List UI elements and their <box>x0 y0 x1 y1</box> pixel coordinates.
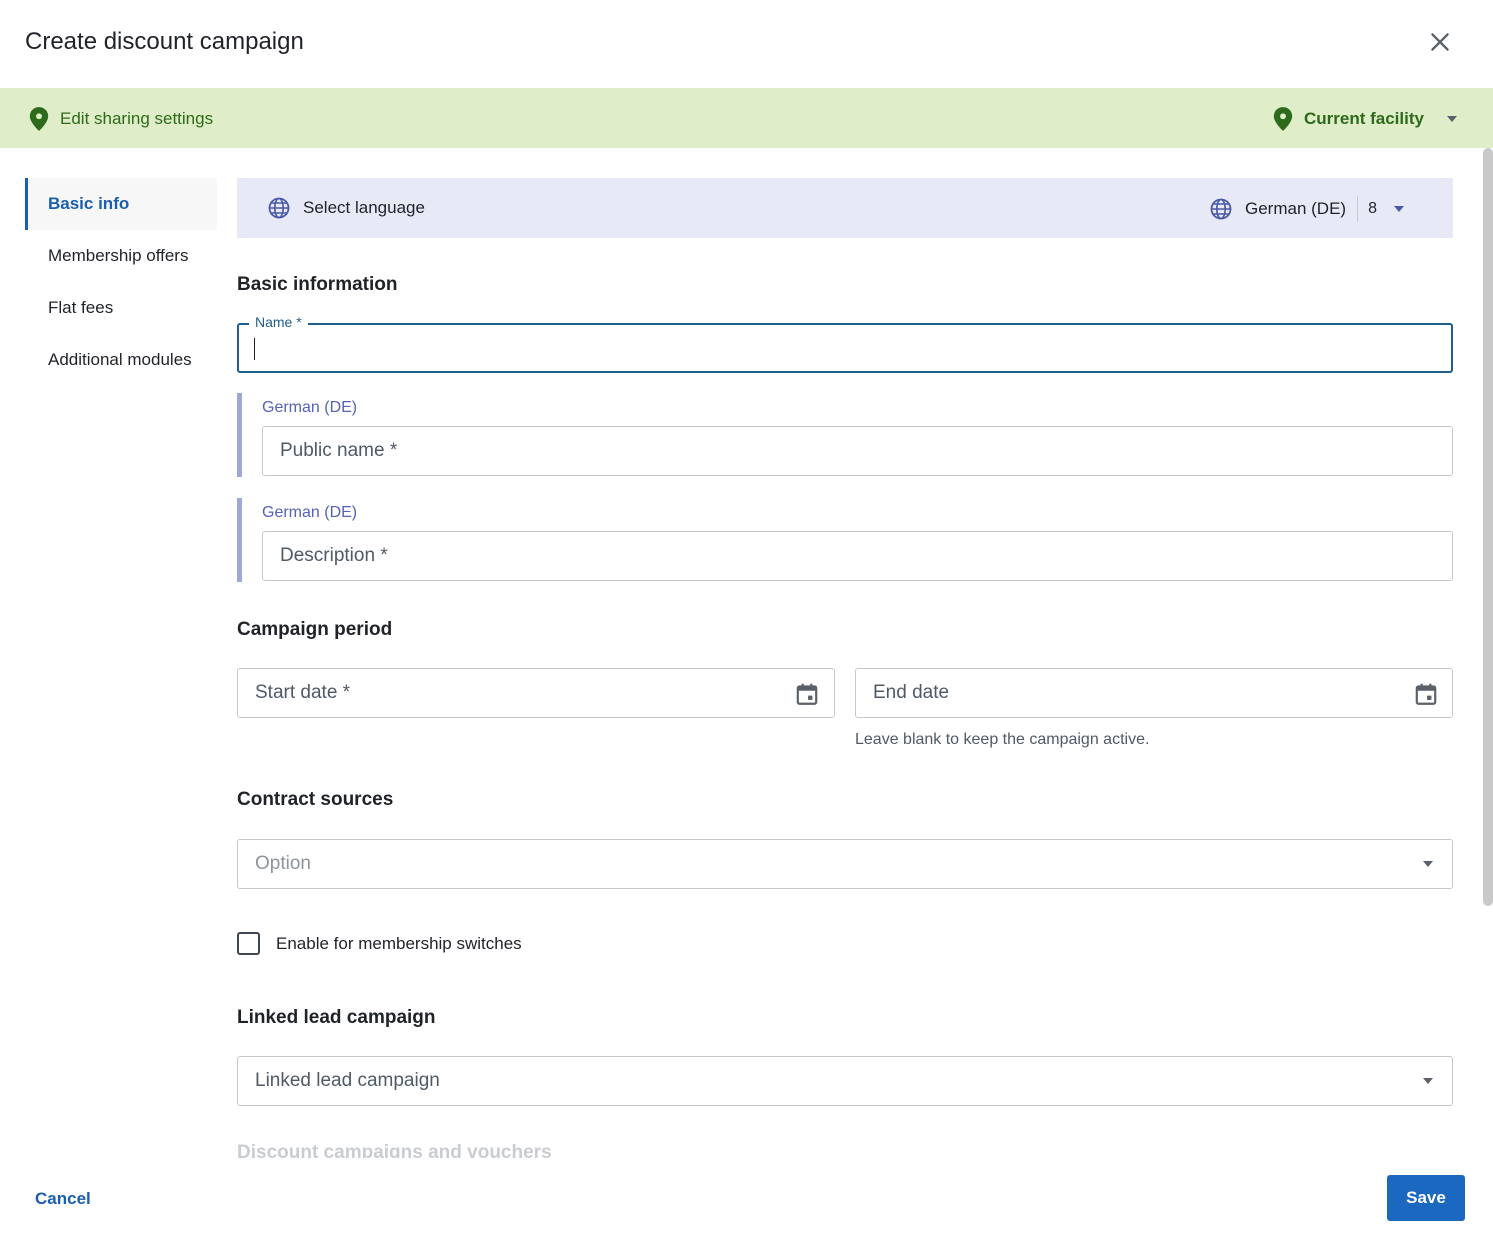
public-name-placeholder: Public name * <box>280 440 398 461</box>
caret-down-icon <box>1423 861 1433 867</box>
language-count-badge: 8 <box>1368 200 1377 217</box>
start-date-placeholder: Start date * <box>255 682 351 703</box>
facility-selector[interactable]: Current facility <box>1272 106 1458 132</box>
next-section-heading: Discount campaigns and vouchers <box>237 1138 637 1160</box>
sidebar-item-label: Membership offers <box>48 246 189 265</box>
side-navigation: Basic info Membership offers Flat fees A… <box>25 178 217 386</box>
language-bar: Select language German (DE) 8 <box>237 178 1453 238</box>
campaign-period-heading: Campaign period <box>237 619 393 640</box>
name-label: Name * <box>249 314 308 330</box>
linked-lead-campaign-select[interactable]: Linked lead campaign <box>237 1056 1453 1106</box>
edit-sharing-settings-label: Edit sharing settings <box>60 109 214 128</box>
localization-bar <box>237 498 242 582</box>
membership-switch-option[interactable]: Enable for membership switches <box>237 932 522 955</box>
contract-sources-placeholder: Option <box>255 853 311 874</box>
scrollbar-thumb[interactable] <box>1483 148 1493 906</box>
location-pin-icon <box>1273 107 1293 131</box>
globe-icon <box>268 197 290 219</box>
contract-sources-select[interactable]: Option <box>237 839 1453 889</box>
facility-label: Current facility <box>1304 109 1424 128</box>
caret-down-icon <box>1446 116 1457 122</box>
description-block: German (DE) Description * <box>237 498 1453 582</box>
globe-icon <box>1210 198 1232 220</box>
public-name-language-label: German (DE) <box>262 399 358 416</box>
contract-sources-heading: Contract sources <box>237 789 394 810</box>
calendar-icon[interactable] <box>1413 681 1439 707</box>
dialog-header: Create discount campaign <box>0 0 1493 88</box>
select-language: Select language <box>267 196 425 220</box>
select-language-label: Select language <box>303 198 425 217</box>
sidebar-item-membership-offers[interactable]: Membership offers <box>25 230 217 282</box>
text-cursor <box>254 338 255 360</box>
linked-lead-campaign-heading: Linked lead campaign <box>237 1007 436 1028</box>
dialog-title: Create discount campaign <box>25 28 304 55</box>
close-icon[interactable] <box>1427 29 1453 55</box>
description-placeholder: Description * <box>280 545 388 566</box>
sidebar-item-label: Basic info <box>48 194 130 213</box>
end-date-helper-text: Leave blank to keep the campaign active. <box>855 731 1150 748</box>
language-selector[interactable]: German (DE) 8 <box>1209 196 1405 222</box>
description-language-label: German (DE) <box>262 504 358 521</box>
sidebar-item-additional-modules[interactable]: Additional modules <box>25 334 217 386</box>
end-date-input[interactable]: End date <box>855 668 1453 718</box>
localization-bar <box>237 393 242 477</box>
membership-switch-label: Enable for membership switches <box>276 933 522 953</box>
edit-sharing-settings-button[interactable]: Edit sharing settings <box>28 106 213 132</box>
sidebar-item-label: Additional modules <box>48 350 192 369</box>
scrollbar[interactable] <box>1483 148 1493 1158</box>
caret-down-icon <box>1393 206 1404 212</box>
save-button[interactable]: Save <box>1387 1175 1465 1221</box>
linked-lead-campaign-placeholder: Linked lead campaign <box>255 1070 440 1091</box>
divider <box>1357 196 1359 222</box>
membership-switch-checkbox[interactable] <box>237 932 260 955</box>
public-name-block: German (DE) Public name * <box>237 393 1453 477</box>
calendar-icon[interactable] <box>794 681 820 707</box>
cancel-button[interactable]: Cancel <box>35 1189 91 1209</box>
caret-down-icon <box>1423 1078 1433 1084</box>
sidebar-item-flat-fees[interactable]: Flat fees <box>25 282 217 334</box>
public-name-input[interactable]: Public name * <box>262 426 1453 476</box>
current-language: German (DE) <box>1245 199 1347 218</box>
location-pin-icon <box>29 107 49 131</box>
description-input[interactable]: Description * <box>262 531 1453 581</box>
sidebar-item-label: Flat fees <box>48 298 114 317</box>
sidebar-item-basic-info[interactable]: Basic info <box>25 178 217 230</box>
end-date-placeholder: End date <box>873 682 950 703</box>
name-input[interactable]: Name * <box>237 314 1453 373</box>
sharing-bar: Edit sharing settings Current facility <box>0 88 1493 148</box>
start-date-input[interactable]: Start date * <box>237 668 835 718</box>
basic-information-heading: Basic information <box>237 274 398 295</box>
dialog-footer: Cancel Save <box>0 1158 1493 1238</box>
